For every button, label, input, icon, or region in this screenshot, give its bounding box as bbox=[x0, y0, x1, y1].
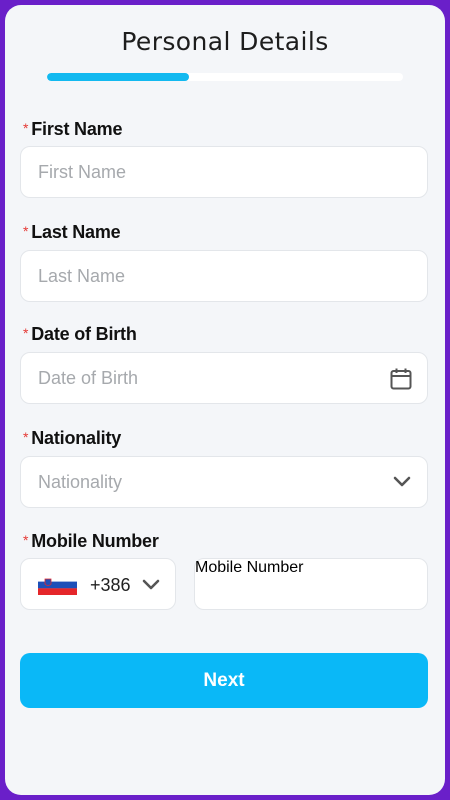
required-mark: * bbox=[23, 532, 29, 548]
nationality-label-text: Nationality bbox=[31, 428, 122, 448]
nationality-select[interactable]: Nationality bbox=[20, 456, 428, 508]
personal-details-card: Personal Details *First Name *Last Name … bbox=[5, 5, 445, 795]
last-name-field[interactable] bbox=[20, 250, 428, 302]
required-mark: * bbox=[23, 223, 29, 239]
last-name-input[interactable] bbox=[21, 251, 427, 301]
mobile-number-label-text: Mobile Number bbox=[31, 531, 159, 551]
slovenia-flag-icon bbox=[38, 575, 77, 595]
first-name-field[interactable] bbox=[20, 146, 428, 198]
date-of-birth-label-text: Date of Birth bbox=[31, 324, 137, 344]
date-of-birth-label: * Date of Birth bbox=[23, 324, 137, 345]
calendar-icon[interactable] bbox=[389, 367, 413, 391]
page-title: Personal Details bbox=[121, 27, 329, 56]
chevron-down-icon[interactable] bbox=[393, 476, 411, 488]
country-code-value: +386 bbox=[90, 575, 131, 595]
last-name-label: * Last Name bbox=[23, 222, 121, 243]
nationality-label: * Nationality bbox=[23, 428, 121, 449]
mobile-number-placeholder: Mobile Number bbox=[195, 559, 304, 576]
date-of-birth-placeholder: Date of Birth bbox=[38, 368, 139, 388]
required-mark: * bbox=[23, 429, 29, 445]
date-of-birth-field[interactable]: Date of Birth bbox=[20, 352, 428, 404]
first-name-label: * First Name bbox=[23, 119, 122, 140]
next-button[interactable]: Next bbox=[20, 653, 428, 708]
required-mark: * bbox=[23, 325, 29, 341]
mobile-number-label: * Mobile Number bbox=[23, 531, 159, 552]
progress-bar bbox=[47, 73, 403, 81]
last-name-label-text: Last Name bbox=[31, 222, 121, 242]
first-name-label-text: First Name bbox=[31, 119, 123, 139]
country-code-select[interactable]: +386 bbox=[20, 558, 176, 610]
chevron-down-icon[interactable] bbox=[142, 579, 160, 591]
progress-bar-fill bbox=[47, 73, 190, 81]
first-name-input[interactable] bbox=[21, 147, 427, 197]
required-mark: * bbox=[23, 120, 29, 136]
mobile-number-field[interactable]: Mobile Number bbox=[194, 558, 428, 610]
nationality-placeholder: Nationality bbox=[38, 472, 123, 492]
